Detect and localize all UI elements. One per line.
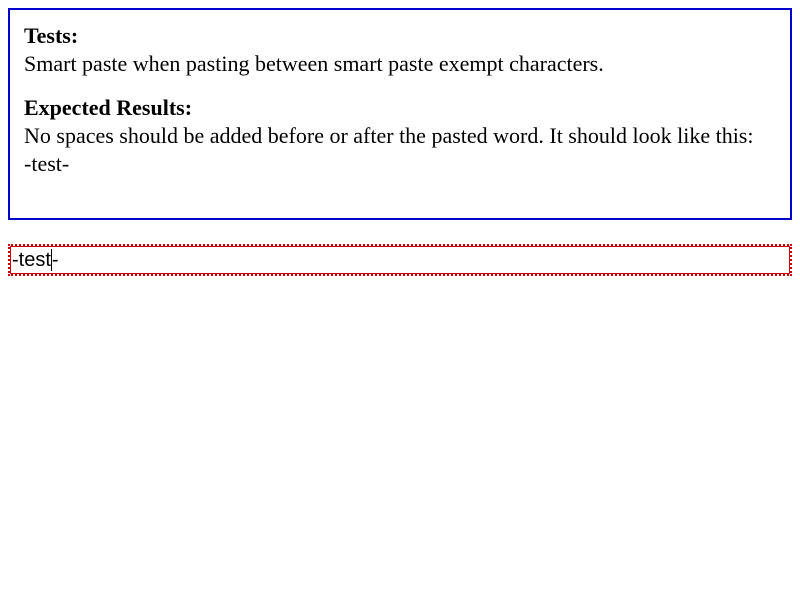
pasted-word: test — [18, 249, 52, 271]
tests-heading: Tests: — [24, 23, 79, 48]
expected-example: -test- — [24, 151, 70, 176]
expected-results-text: No spaces should be added before or afte… — [24, 123, 754, 148]
editable-area[interactable]: -test- — [8, 244, 792, 276]
tests-text: Smart paste when pasting between smart p… — [24, 51, 604, 76]
test-description-box: Tests: Smart paste when pasting between … — [8, 8, 792, 220]
editor-prefix: - — [12, 249, 19, 271]
editor-suffix: - — [51, 249, 59, 271]
expected-results-heading: Expected Results: — [24, 95, 193, 120]
